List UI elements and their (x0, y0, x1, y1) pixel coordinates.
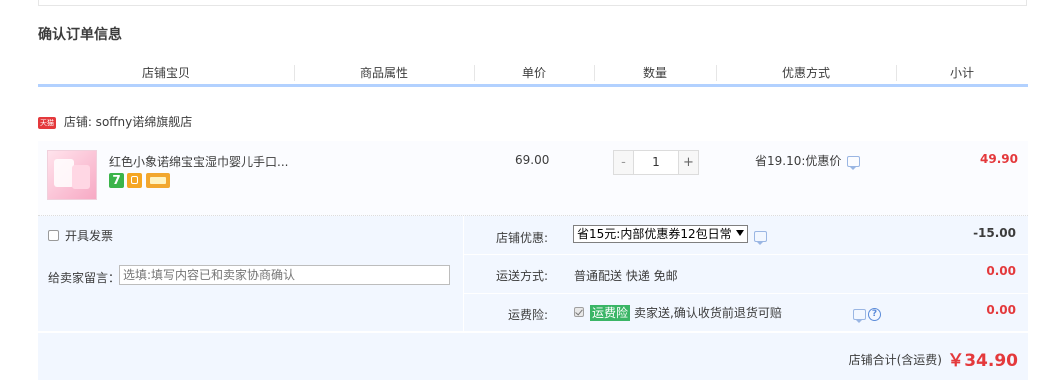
product-thumbnail[interactable] (47, 150, 97, 200)
product-package-graphic (54, 159, 74, 187)
insurance-icons: ? (853, 307, 881, 323)
section-title: 确认订单信息 (38, 27, 122, 43)
shop-total-bar: 店铺合计(含运费) ￥34.90 (38, 333, 1028, 380)
seller-memo-input[interactable] (119, 265, 450, 285)
table-header: 店铺宝贝 商品属性 单价 数量 优惠方式 小计 (38, 62, 1028, 87)
shipping-method: 普通配送 快递 免邮 (574, 269, 678, 283)
insurance-tag: 运费险 (590, 305, 631, 321)
row-divider (464, 293, 1028, 294)
header-attributes: 商品属性 (359, 66, 408, 80)
promotion-info: 省19.10:优惠价 (755, 152, 861, 170)
guarantee-icon[interactable] (127, 173, 142, 188)
promotion-text: 省19.10:优惠价 (755, 154, 842, 168)
insurance-text: 卖家送,确认收货前退货可赔 (634, 306, 782, 320)
credit-card-icon[interactable] (146, 173, 170, 188)
unit-price: 69.00 (515, 153, 550, 167)
quantity-decrease-button[interactable]: - (614, 151, 634, 174)
item-subtotal: 49.90 (980, 152, 1018, 166)
quantity-stepper: - + (613, 150, 699, 175)
message-icon[interactable] (754, 231, 767, 245)
header-promotion: 优惠方式 (781, 66, 830, 80)
shop-total-label: 店铺合计(含运费) (848, 353, 942, 367)
dropdown-arrow-icon (736, 230, 744, 236)
row-divider (464, 254, 1028, 255)
insurance-amount: 0.00 (986, 303, 1016, 317)
insurance-label: 运费险: (507, 308, 548, 322)
memo-label: 给卖家留言： (48, 271, 121, 285)
help-icon[interactable]: ? (868, 308, 881, 321)
quantity-increase-button[interactable]: + (678, 151, 698, 174)
message-icon[interactable] (847, 156, 861, 170)
item-row: 红色小象诺绵宝宝湿巾婴儿手口... 7 69.00 - + 省19.10:优惠价… (38, 141, 1028, 216)
shipping-amount: 0.00 (986, 264, 1016, 278)
previous-section-box (38, 0, 1027, 6)
shop-total-amount: ￥34.90 (947, 351, 1018, 371)
shop-line: 天猫 店铺: soffny诺绵旗舰店 (38, 114, 192, 130)
invoice-checkbox[interactable] (48, 230, 59, 241)
column-divider (463, 216, 464, 331)
product-package-graphic (72, 165, 90, 189)
insurance-checkbox[interactable] (574, 307, 584, 317)
product-name-link[interactable]: 红色小象诺绵宝宝湿巾婴儿手口... (109, 153, 299, 170)
invoice-label: 开具发票 (65, 229, 114, 243)
insurance-option: 运费险 卖家送,确认收货前退货可赔 (574, 304, 782, 321)
header-shop-item: 店铺宝贝 (141, 66, 190, 80)
order-options-panel: 开具发票 给卖家留言： 店铺优惠: 省15元:内部优惠券12包日常 -15.00… (38, 216, 1028, 331)
shop-discount-select[interactable]: 省15元:内部优惠券12包日常 (573, 225, 748, 243)
seven-day-return-icon[interactable]: 7 (109, 173, 124, 188)
shop-name-link[interactable]: 店铺: soffny诺绵旗舰店 (64, 115, 192, 129)
invoice-option[interactable]: 开具发票 (48, 227, 113, 244)
shop-discount-selected: 省15元:内部优惠券12包日常 (577, 227, 732, 241)
shop-discount-amount: -15.00 (973, 226, 1016, 240)
quantity-input[interactable] (634, 151, 678, 174)
shipping-label: 运送方式: (495, 269, 548, 283)
header-unit-price: 单价 (521, 66, 546, 80)
message-icon[interactable] (853, 309, 866, 323)
header-subtotal: 小计 (949, 66, 974, 80)
tmall-badge-icon: 天猫 (38, 116, 56, 129)
header-quantity: 数量 (642, 66, 667, 80)
shop-discount-label: 店铺优惠: (495, 231, 548, 245)
